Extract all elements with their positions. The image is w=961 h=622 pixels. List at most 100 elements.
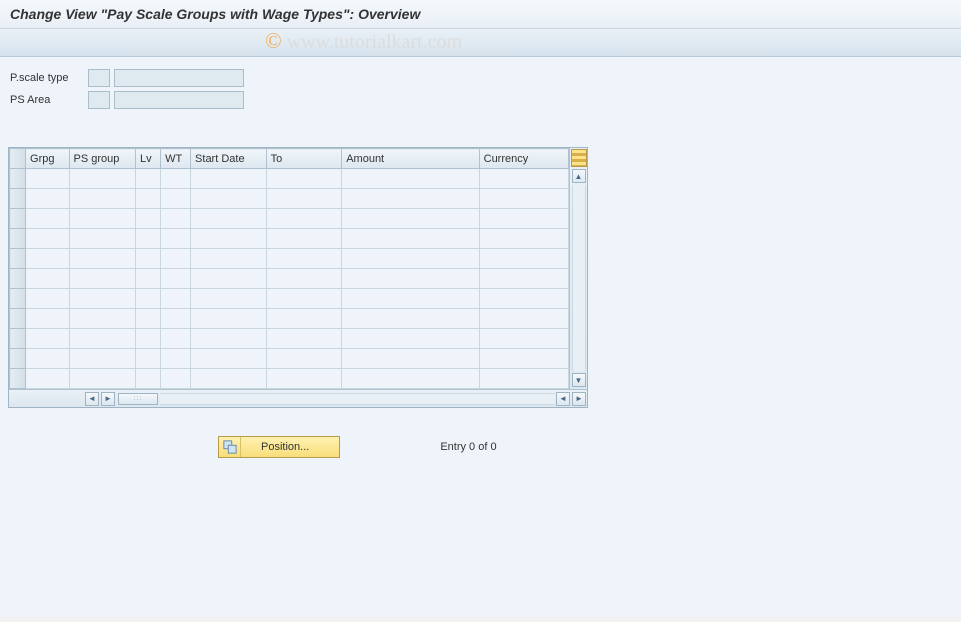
row-selector[interactable] [10, 349, 26, 369]
cell-grpg[interactable] [26, 269, 70, 289]
row-selector[interactable] [10, 169, 26, 189]
cell-to[interactable] [266, 369, 342, 389]
table-settings-icon[interactable] [571, 149, 587, 167]
cell-currency[interactable] [479, 189, 568, 209]
cell-ps_group[interactable] [69, 269, 135, 289]
cell-currency[interactable] [479, 249, 568, 269]
pscale-type-code-input[interactable] [88, 69, 110, 87]
row-selector[interactable] [10, 369, 26, 389]
cell-ps_group[interactable] [69, 309, 135, 329]
cell-wt[interactable] [161, 189, 191, 209]
cell-currency[interactable] [479, 309, 568, 329]
row-selector[interactable] [10, 209, 26, 229]
cell-start_date[interactable] [191, 369, 267, 389]
cell-grpg[interactable] [26, 189, 70, 209]
cell-wt[interactable] [161, 269, 191, 289]
cell-lv[interactable] [135, 309, 160, 329]
ps-area-code-input[interactable] [88, 91, 110, 109]
cell-grpg[interactable] [26, 329, 70, 349]
cell-lv[interactable] [135, 289, 160, 309]
cell-lv[interactable] [135, 349, 160, 369]
cell-start_date[interactable] [191, 209, 267, 229]
cell-lv[interactable] [135, 209, 160, 229]
cell-grpg[interactable] [26, 169, 70, 189]
cell-to[interactable] [266, 349, 342, 369]
cell-to[interactable] [266, 169, 342, 189]
row-selector[interactable] [10, 229, 26, 249]
cell-currency[interactable] [479, 269, 568, 289]
cell-lv[interactable] [135, 369, 160, 389]
horizontal-scroll-track[interactable] [160, 393, 555, 405]
cell-grpg[interactable] [26, 369, 70, 389]
cell-ps_group[interactable] [69, 289, 135, 309]
cell-lv[interactable] [135, 189, 160, 209]
cell-wt[interactable] [161, 369, 191, 389]
cell-start_date[interactable] [191, 269, 267, 289]
scroll-left-end-button[interactable]: ◄ [556, 392, 570, 406]
cell-wt[interactable] [161, 169, 191, 189]
horizontal-scroll-thumb[interactable]: ::: [118, 393, 158, 405]
cell-amount[interactable] [342, 349, 479, 369]
col-grpg-header[interactable]: Grpg [26, 149, 70, 169]
cell-to[interactable] [266, 229, 342, 249]
cell-ps_group[interactable] [69, 229, 135, 249]
col-psgroup-header[interactable]: PS group [69, 149, 135, 169]
cell-wt[interactable] [161, 209, 191, 229]
row-selector[interactable] [10, 289, 26, 309]
ps-area-text-input[interactable] [114, 91, 244, 109]
cell-to[interactable] [266, 329, 342, 349]
cell-amount[interactable] [342, 189, 479, 209]
cell-ps_group[interactable] [69, 169, 135, 189]
cell-amount[interactable] [342, 209, 479, 229]
cell-start_date[interactable] [191, 249, 267, 269]
col-amount-header[interactable]: Amount [342, 149, 479, 169]
cell-ps_group[interactable] [69, 209, 135, 229]
cell-start_date[interactable] [191, 289, 267, 309]
cell-wt[interactable] [161, 349, 191, 369]
scroll-right-button[interactable]: ► [101, 392, 115, 406]
cell-lv[interactable] [135, 169, 160, 189]
cell-amount[interactable] [342, 169, 479, 189]
cell-grpg[interactable] [26, 249, 70, 269]
cell-currency[interactable] [479, 169, 568, 189]
scroll-left-button[interactable]: ◄ [85, 392, 99, 406]
cell-ps_group[interactable] [69, 349, 135, 369]
cell-ps_group[interactable] [69, 189, 135, 209]
cell-lv[interactable] [135, 329, 160, 349]
col-wt-header[interactable]: WT [161, 149, 191, 169]
cell-amount[interactable] [342, 369, 479, 389]
cell-ps_group[interactable] [69, 369, 135, 389]
position-button[interactable]: Position... [218, 436, 340, 458]
cell-start_date[interactable] [191, 309, 267, 329]
cell-to[interactable] [266, 289, 342, 309]
cell-start_date[interactable] [191, 229, 267, 249]
cell-to[interactable] [266, 309, 342, 329]
cell-grpg[interactable] [26, 229, 70, 249]
col-to-header[interactable]: To [266, 149, 342, 169]
cell-grpg[interactable] [26, 209, 70, 229]
cell-ps_group[interactable] [69, 249, 135, 269]
pscale-type-text-input[interactable] [114, 69, 244, 87]
cell-currency[interactable] [479, 329, 568, 349]
cell-to[interactable] [266, 189, 342, 209]
cell-grpg[interactable] [26, 309, 70, 329]
row-selector[interactable] [10, 329, 26, 349]
cell-start_date[interactable] [191, 349, 267, 369]
cell-wt[interactable] [161, 249, 191, 269]
cell-currency[interactable] [479, 209, 568, 229]
row-selector[interactable] [10, 269, 26, 289]
cell-ps_group[interactable] [69, 329, 135, 349]
scroll-right-end-button[interactable]: ► [572, 392, 586, 406]
cell-wt[interactable] [161, 229, 191, 249]
cell-to[interactable] [266, 249, 342, 269]
cell-lv[interactable] [135, 229, 160, 249]
cell-currency[interactable] [479, 349, 568, 369]
cell-start_date[interactable] [191, 189, 267, 209]
vertical-scroll-track[interactable] [572, 185, 586, 371]
scroll-down-button[interactable]: ▼ [572, 373, 586, 387]
cell-wt[interactable] [161, 289, 191, 309]
cell-currency[interactable] [479, 229, 568, 249]
scroll-up-button[interactable]: ▲ [572, 169, 586, 183]
col-startdate-header[interactable]: Start Date [191, 149, 267, 169]
cell-wt[interactable] [161, 309, 191, 329]
